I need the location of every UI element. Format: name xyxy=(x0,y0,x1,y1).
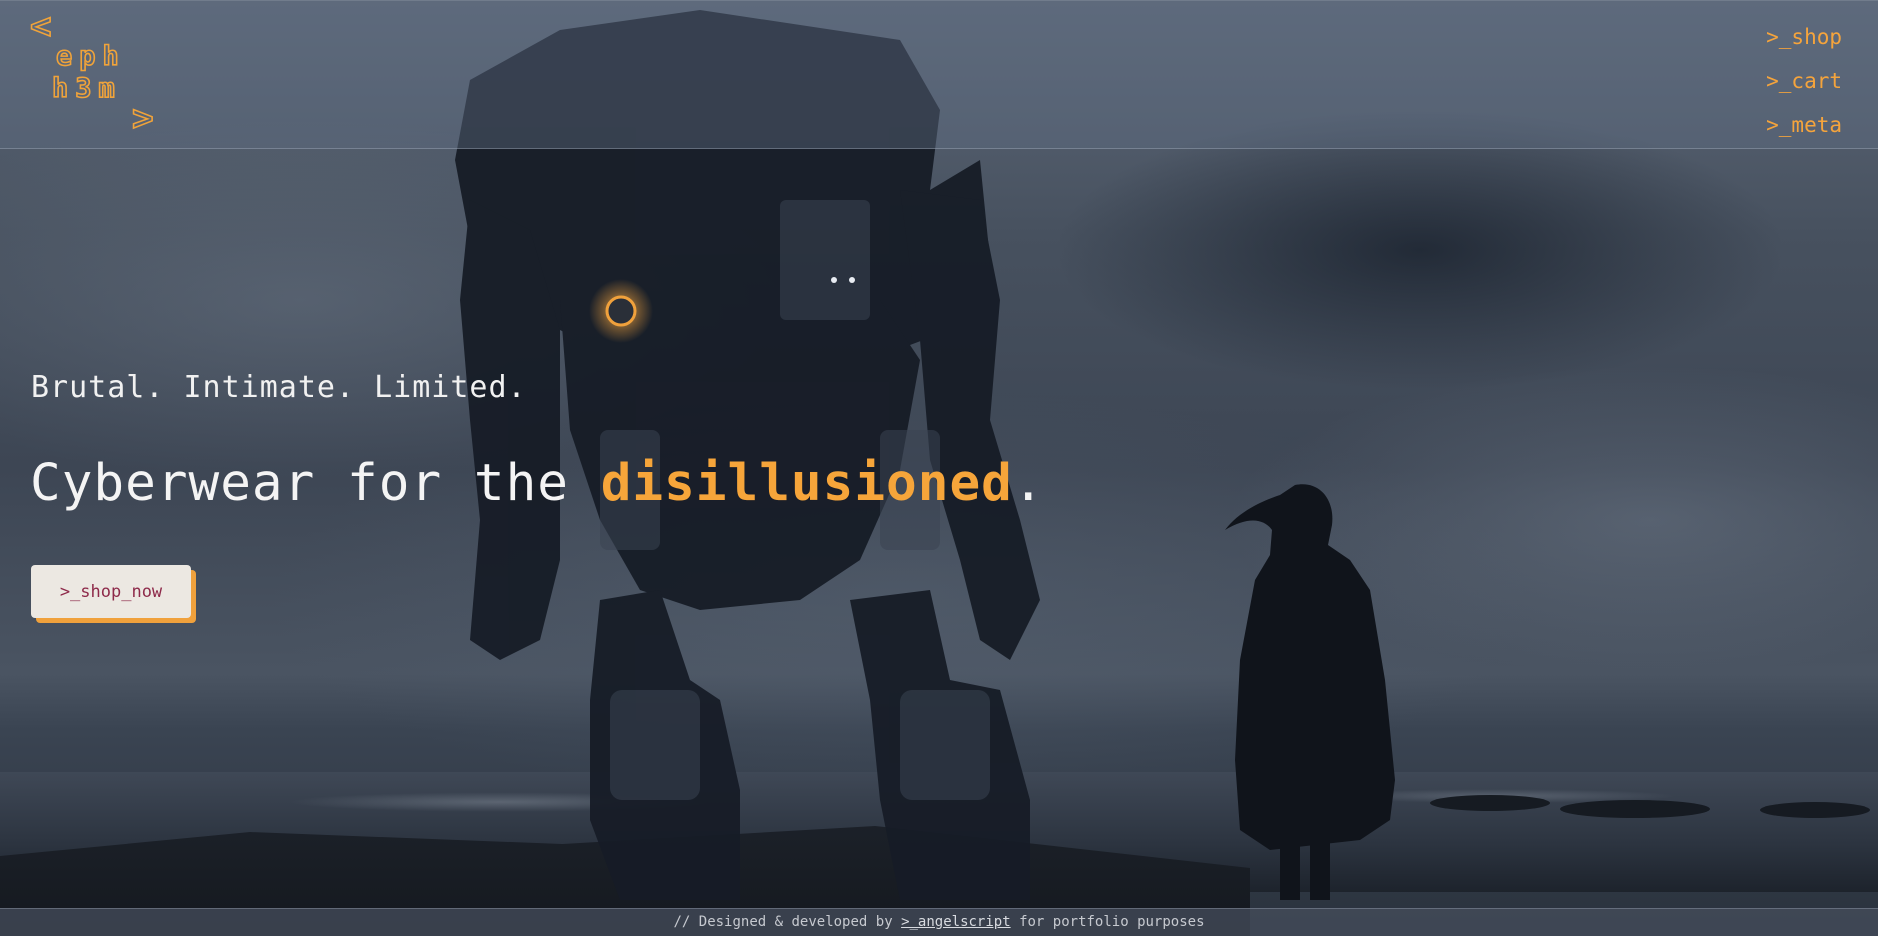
hero-headline: Cyberwear for the disillusioned. xyxy=(30,454,1045,513)
logo[interactable]: < eph h3m > xyxy=(29,6,165,141)
headline-prefix: Cyberwear for the xyxy=(30,454,601,513)
nav-link-cart[interactable]: >_cart xyxy=(1766,59,1842,103)
nav-link-meta[interactable]: >_meta xyxy=(1766,103,1842,147)
headline-suffix: . xyxy=(1012,454,1045,513)
shop-now-button[interactable]: >_shop_now xyxy=(31,565,191,618)
rock xyxy=(1430,795,1550,811)
logo-left-bracket: < xyxy=(29,6,52,47)
landing-page: < eph h3m > >_shop >_cart >_meta Brutal.… xyxy=(0,0,1878,936)
rock xyxy=(1760,802,1870,818)
footer-author-link[interactable]: >_angelscript xyxy=(901,914,1011,930)
logo-text-line2: h3m xyxy=(51,72,122,105)
footer-prefix: // Designed & developed by xyxy=(673,914,902,930)
nav-link-shop[interactable]: >_shop xyxy=(1766,15,1842,59)
site-header: < eph h3m > >_shop >_cart >_meta xyxy=(0,0,1878,149)
footer-suffix: for portfolio purposes xyxy=(1010,914,1205,930)
headline-accent: disillusioned xyxy=(600,454,1013,513)
logo-text-line1: eph xyxy=(55,40,126,73)
main-nav: >_shop >_cart >_meta xyxy=(1766,15,1842,147)
rock xyxy=(1560,800,1710,818)
logo-right-bracket: > xyxy=(131,98,154,139)
hero-tagline: Brutal. Intimate. Limited. xyxy=(31,370,527,405)
person-silhouette xyxy=(1225,484,1395,900)
site-footer: // Designed & developed by >_angelscript… xyxy=(0,908,1878,936)
